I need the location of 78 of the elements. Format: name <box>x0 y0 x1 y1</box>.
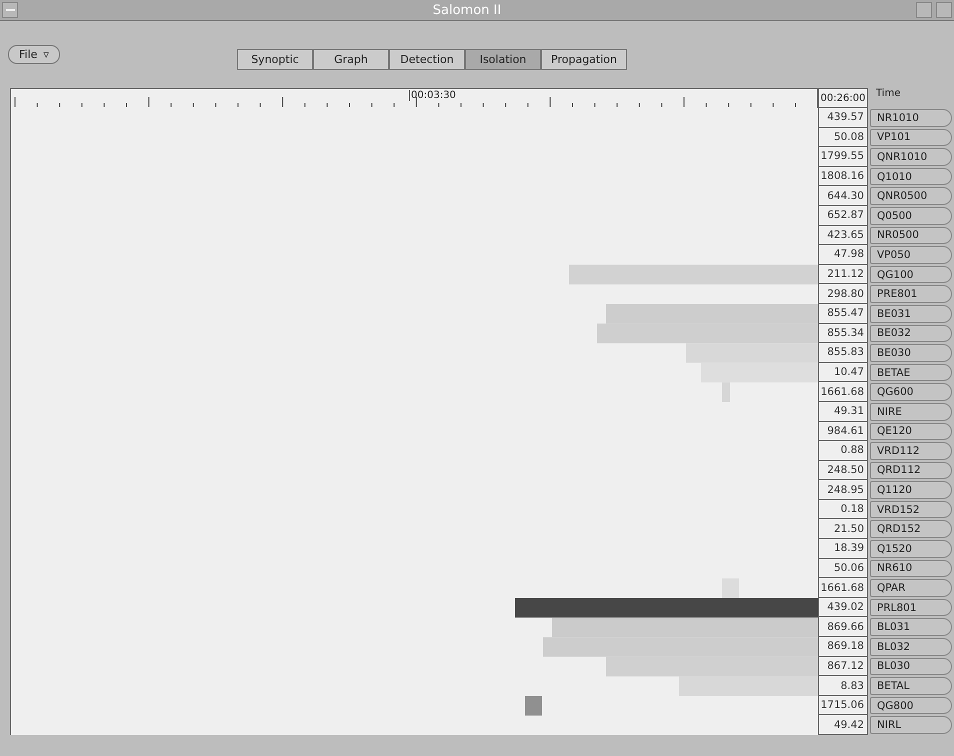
minimize-button[interactable] <box>916 2 932 18</box>
value-cell: 644.30 <box>818 186 868 206</box>
value-cell: 855.47 <box>818 304 868 324</box>
variable-button[interactable]: BE031 <box>870 304 952 323</box>
variable-button[interactable]: NR1010 <box>870 109 952 127</box>
variable-button[interactable]: NIRE <box>870 402 952 420</box>
value-cell: 211.12 <box>818 264 868 284</box>
value-cell: 439.02 <box>818 598 868 618</box>
heat-bar <box>525 696 542 716</box>
end-time-label: 00:26:00 <box>818 88 868 108</box>
value-cell: 10.47 <box>818 362 868 382</box>
variable-button[interactable]: Q1120 <box>870 481 952 499</box>
variable-button[interactable]: BE030 <box>870 344 952 362</box>
variable-button[interactable]: VRD152 <box>870 500 952 518</box>
view-tab[interactable]: Synoptic <box>237 49 313 70</box>
variable-button[interactable]: QRD112 <box>870 462 952 480</box>
value-cell: 439.57 <box>818 108 868 128</box>
value-cell: 298.80 <box>818 284 868 304</box>
value-cell: 47.98 <box>818 245 868 265</box>
variable-button[interactable]: PRE801 <box>870 285 952 303</box>
view-tab[interactable]: Graph <box>313 49 389 70</box>
variable-button[interactable]: VP101 <box>870 128 952 146</box>
variable-button[interactable]: BE032 <box>870 324 952 342</box>
value-cell: 984.61 <box>818 422 868 442</box>
variable-button[interactable]: VP050 <box>870 246 952 264</box>
value-cell: 1808.16 <box>818 166 868 186</box>
variable-button[interactable]: QG800 <box>870 696 952 714</box>
maximize-button[interactable] <box>936 2 952 18</box>
value-cell: 1661.68 <box>818 578 868 598</box>
variable-button[interactable]: Q0500 <box>870 206 952 225</box>
variable-button[interactable]: BETAL <box>870 677 952 695</box>
variable-button[interactable]: QG600 <box>870 383 952 401</box>
value-cell: 855.34 <box>818 324 868 344</box>
value-cell: 1661.68 <box>818 382 868 402</box>
value-cell: 1799.55 <box>818 147 868 167</box>
variable-button[interactable]: QNR1010 <box>870 148 952 166</box>
value-cell: 49.42 <box>818 715 868 735</box>
value-cell: 423.65 <box>818 226 868 246</box>
value-cell: 652.87 <box>818 206 868 226</box>
variable-button[interactable]: QNR0500 <box>870 187 952 205</box>
value-cell: 8.83 <box>818 676 868 696</box>
variable-button[interactable]: BL031 <box>870 618 952 636</box>
variable-button[interactable]: QPAR <box>870 579 952 597</box>
variable-button[interactable]: NR0500 <box>870 226 952 244</box>
view-tab[interactable]: Propagation <box>541 49 627 70</box>
value-cell: 50.08 <box>818 128 868 148</box>
value-cell: 1715.06 <box>818 696 868 716</box>
value-cell: 49.31 <box>818 402 868 422</box>
view-tab[interactable]: Detection <box>389 49 465 70</box>
value-cell: 869.66 <box>818 617 868 638</box>
variable-button[interactable]: PRL801 <box>870 598 952 616</box>
variable-button[interactable]: QG100 <box>870 266 952 284</box>
variable-button[interactable]: BL032 <box>870 638 952 656</box>
view-tab[interactable]: Isolation <box>465 49 541 70</box>
file-menu-button[interactable]: File ▿ <box>8 45 60 64</box>
window-menu-button[interactable] <box>2 2 18 18</box>
value-cell: 0.88 <box>818 441 868 461</box>
variable-button[interactable]: BL030 <box>870 658 952 676</box>
time-marker-label: 00:03:30 <box>409 90 456 101</box>
variable-button[interactable]: NIRL <box>870 716 952 734</box>
value-cell: 855.83 <box>818 343 868 363</box>
value-cell: 248.50 <box>818 460 868 480</box>
value-cell: 50.06 <box>818 558 868 578</box>
variable-button[interactable]: QE120 <box>870 422 952 440</box>
variable-button[interactable]: VRD112 <box>870 442 952 460</box>
variable-button[interactable]: Q1520 <box>870 540 952 558</box>
variable-button[interactable]: BETAE <box>870 364 952 382</box>
value-cell: 18.39 <box>818 539 868 559</box>
value-cell: 248.95 <box>818 480 868 500</box>
value-cell: 867.12 <box>818 656 868 676</box>
variable-button[interactable]: NR610 <box>870 560 952 578</box>
value-cell: 0.18 <box>818 500 868 520</box>
value-cell: 869.18 <box>818 637 868 657</box>
variable-button[interactable]: Q1010 <box>870 168 952 186</box>
variable-button[interactable]: QRD152 <box>870 520 952 538</box>
window-title: Salomon II <box>432 2 502 18</box>
time-header: Time <box>875 88 902 101</box>
value-cell: 21.50 <box>818 519 868 540</box>
